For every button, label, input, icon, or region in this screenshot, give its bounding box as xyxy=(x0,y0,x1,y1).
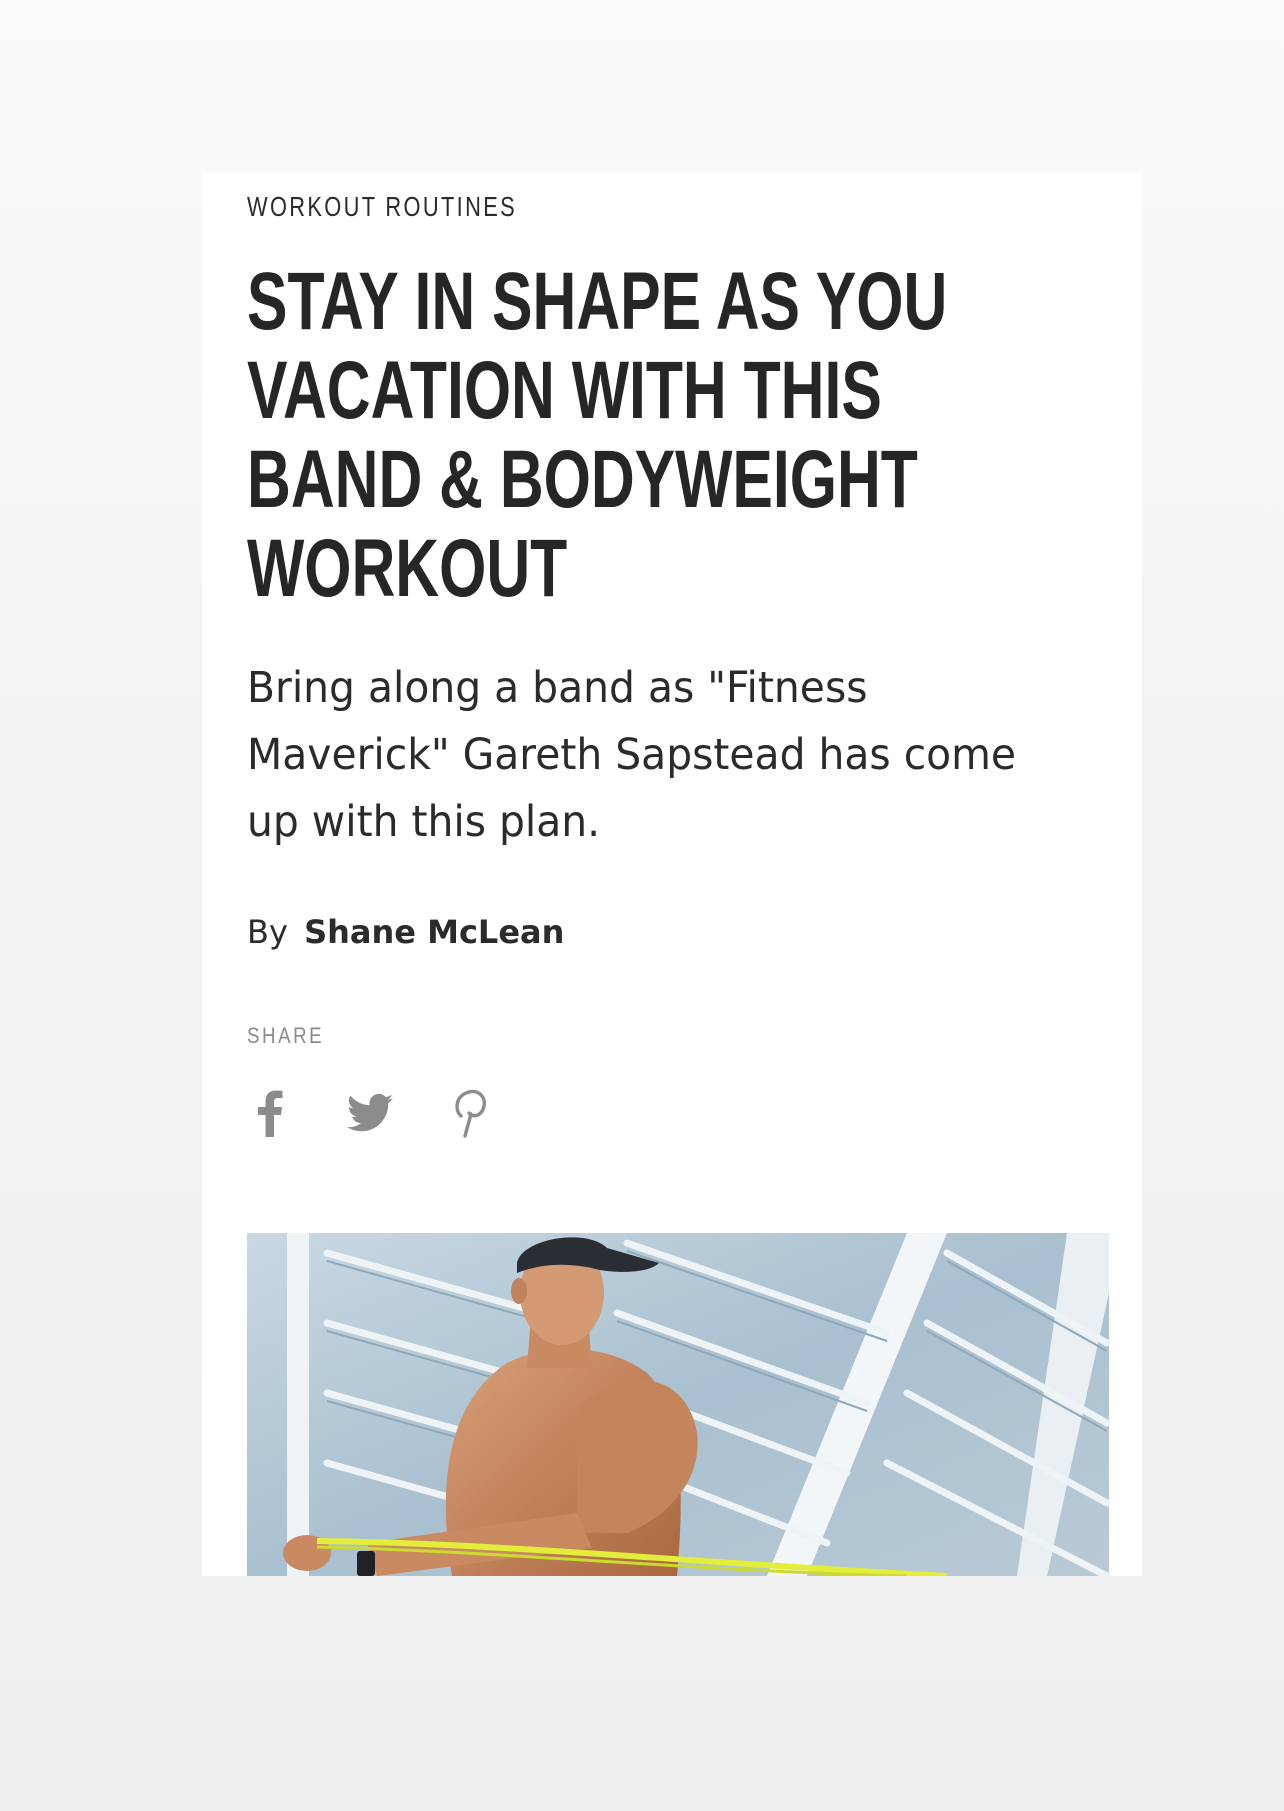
article-title: STAY IN SHAPE AS YOU VACATION WITH THIS … xyxy=(247,256,948,614)
pinterest-share-button[interactable] xyxy=(442,1085,498,1141)
twitter-icon xyxy=(347,1093,393,1132)
article-dek: Bring along a band as "Fitness Maverick"… xyxy=(247,663,1017,847)
byline-prefix: By xyxy=(247,913,288,951)
article-card: WORKOUT ROUTINES STAY IN SHAPE AS YOU VA… xyxy=(202,173,1142,1576)
byline: By Shane McLean xyxy=(247,913,564,951)
category-link[interactable]: WORKOUT ROUTINES xyxy=(247,191,517,223)
author-link[interactable]: Shane McLean xyxy=(304,913,564,951)
twitter-share-button[interactable] xyxy=(342,1085,398,1141)
pinterest-icon xyxy=(455,1089,486,1138)
facebook-icon xyxy=(258,1090,283,1137)
share-buttons xyxy=(242,1085,542,1141)
hero-image xyxy=(247,1233,1109,1576)
hero-photo xyxy=(247,1233,1109,1576)
share-label: SHARE xyxy=(247,1023,325,1048)
facebook-share-button[interactable] xyxy=(242,1085,298,1141)
